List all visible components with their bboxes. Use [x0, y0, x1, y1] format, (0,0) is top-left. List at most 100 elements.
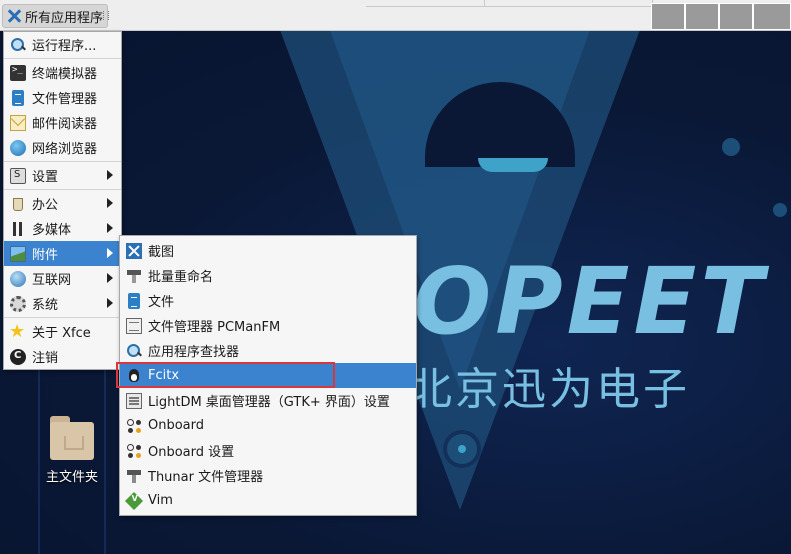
workspace-3[interactable]	[719, 3, 753, 30]
workspace-4[interactable]	[753, 3, 791, 30]
settings-icon	[10, 167, 26, 184]
menu-item-label: 注销	[32, 351, 59, 366]
menu-item-label: 文件管理器 PCManFM	[148, 320, 281, 335]
panel-separator-handle[interactable]	[103, 11, 109, 20]
task-button[interactable]	[484, 0, 653, 6]
home-folder-icon-launcher[interactable]: 主文件夹	[40, 416, 104, 485]
menu-item-label: 多媒体	[32, 223, 72, 238]
file-icon	[128, 292, 140, 309]
terminal-icon	[10, 64, 26, 81]
submenu-item-app-finder[interactable]: 应用程序查找器	[120, 338, 416, 363]
submenu-item-vim[interactable]: Vim	[120, 488, 416, 513]
menu-item-label: Thunar 文件管理器	[148, 470, 264, 485]
menu-item-file-manager[interactable]: 文件管理器	[4, 85, 121, 110]
wallpaper-dot	[722, 138, 740, 156]
submenu-item-onboard-settings[interactable]: Onboard 设置	[120, 438, 416, 463]
pcmanfm-icon	[126, 317, 142, 334]
screenshot-icon	[126, 242, 142, 259]
menu-item-system[interactable]: 系统	[4, 291, 121, 316]
submenu-item-thunar[interactable]: Thunar 文件管理器	[120, 463, 416, 488]
submenu-item-files[interactable]: 文件	[120, 288, 416, 313]
wallpaper-logo-text: OPEET	[413, 248, 768, 355]
menu-item-label: 办公	[32, 198, 59, 213]
menu-item-label: 附件	[32, 248, 59, 263]
search-icon	[10, 37, 26, 53]
wallpaper-smile	[478, 158, 548, 172]
task-button[interactable]	[366, 0, 485, 6]
menu-separator	[4, 161, 121, 162]
applications-menu: 运行程序... 终端模拟器 文件管理器 邮件阅读器 网络浏览器 设置 办公 多媒…	[3, 31, 122, 370]
thunar-icon	[126, 468, 142, 484]
menu-item-label: 网络浏览器	[32, 142, 98, 157]
submenu-arrow-icon	[107, 223, 113, 233]
menu-item-label: Onboard	[148, 418, 205, 433]
submenu-arrow-icon	[107, 298, 113, 308]
logout-icon	[10, 348, 26, 365]
menu-item-label: 设置	[32, 170, 59, 185]
menu-separator	[4, 189, 121, 190]
menu-item-label: Vim	[148, 493, 173, 508]
menu-item-label: 终端模拟器	[32, 67, 98, 82]
onboard-icon	[126, 418, 142, 434]
star-icon	[9, 321, 26, 342]
menu-item-label: LightDM 桌面管理器（GTK+ 界面）设置	[148, 395, 390, 410]
accessories-icon	[10, 245, 26, 262]
menu-item-internet[interactable]: 互联网	[4, 266, 121, 291]
submenu-arrow-icon	[107, 170, 113, 180]
bulk-rename-icon	[126, 268, 142, 284]
menu-item-label: Onboard 设置	[148, 445, 235, 460]
submenu-item-bulk-rename[interactable]: 批量重命名	[120, 263, 416, 288]
web-browser-icon	[10, 139, 26, 156]
wallpaper-ring	[447, 434, 477, 464]
workspace-1[interactable]	[651, 3, 685, 30]
folder-home-icon	[50, 416, 94, 460]
menu-item-label: 运行程序...	[32, 39, 97, 54]
multimedia-icon	[10, 221, 26, 237]
wallpaper-chinese-text: 北京迅为电子	[408, 364, 690, 415]
home-folder-label: 主文件夹	[45, 470, 98, 485]
menu-item-label: 系统	[32, 298, 59, 313]
submenu-arrow-icon	[107, 273, 113, 283]
menu-item-label: 截图	[148, 245, 175, 260]
submenu-arrow-icon	[107, 198, 113, 208]
menu-item-accessories[interactable]: 附件	[4, 241, 121, 266]
menu-item-label: 邮件阅读器	[32, 117, 98, 132]
app-finder-icon	[126, 343, 142, 359]
menu-item-label: 互联网	[32, 273, 72, 288]
workspace-2[interactable]	[685, 3, 719, 30]
xfce-logo-icon	[6, 8, 22, 24]
office-icon	[10, 196, 26, 212]
menu-item-label: 文件管理器	[32, 92, 98, 107]
submenu-item-pcmanfm[interactable]: 文件管理器 PCManFM	[120, 313, 416, 338]
wallpaper-dot	[773, 203, 787, 217]
menu-item-label: 文件	[148, 295, 175, 310]
submenu-arrow-icon	[107, 248, 113, 258]
system-gear-icon	[10, 295, 26, 312]
applications-menu-button[interactable]: 所有应用程序	[2, 4, 109, 28]
menu-item-logout[interactable]: 注销	[4, 344, 121, 369]
submenu-item-onboard[interactable]: Onboard	[120, 413, 416, 438]
submenu-item-lightdm-settings[interactable]: LightDM 桌面管理器（GTK+ 界面）设置	[120, 388, 416, 413]
highlight-annotation-box	[116, 362, 335, 388]
task-list	[366, 0, 653, 7]
menu-item-label: 关于 Xfce	[32, 326, 91, 341]
menu-item-label: 批量重命名	[148, 270, 214, 285]
mail-icon	[10, 114, 26, 131]
menu-item-office[interactable]: 办公	[4, 191, 121, 216]
onboard-settings-icon	[126, 443, 142, 459]
internet-icon	[10, 270, 26, 287]
menu-item-web-browser[interactable]: 网络浏览器	[4, 135, 121, 160]
menu-item-terminal[interactable]: 终端模拟器	[4, 60, 121, 85]
menu-item-mail-reader[interactable]: 邮件阅读器	[4, 110, 121, 135]
menu-item-about-xfce[interactable]: 关于 Xfce	[4, 319, 121, 344]
menu-item-multimedia[interactable]: 多媒体	[4, 216, 121, 241]
applications-menu-label: 所有应用程序	[25, 10, 104, 26]
menu-item-label: 应用程序查找器	[148, 345, 240, 360]
menu-separator	[4, 317, 121, 318]
lightdm-icon	[126, 392, 142, 409]
submenu-item-screenshot[interactable]: 截图	[120, 238, 416, 263]
menu-separator	[4, 58, 121, 59]
top-panel: 所有应用程序	[0, 0, 791, 31]
menu-item-run-program[interactable]: 运行程序...	[4, 32, 121, 57]
menu-item-settings[interactable]: 设置	[4, 163, 121, 188]
